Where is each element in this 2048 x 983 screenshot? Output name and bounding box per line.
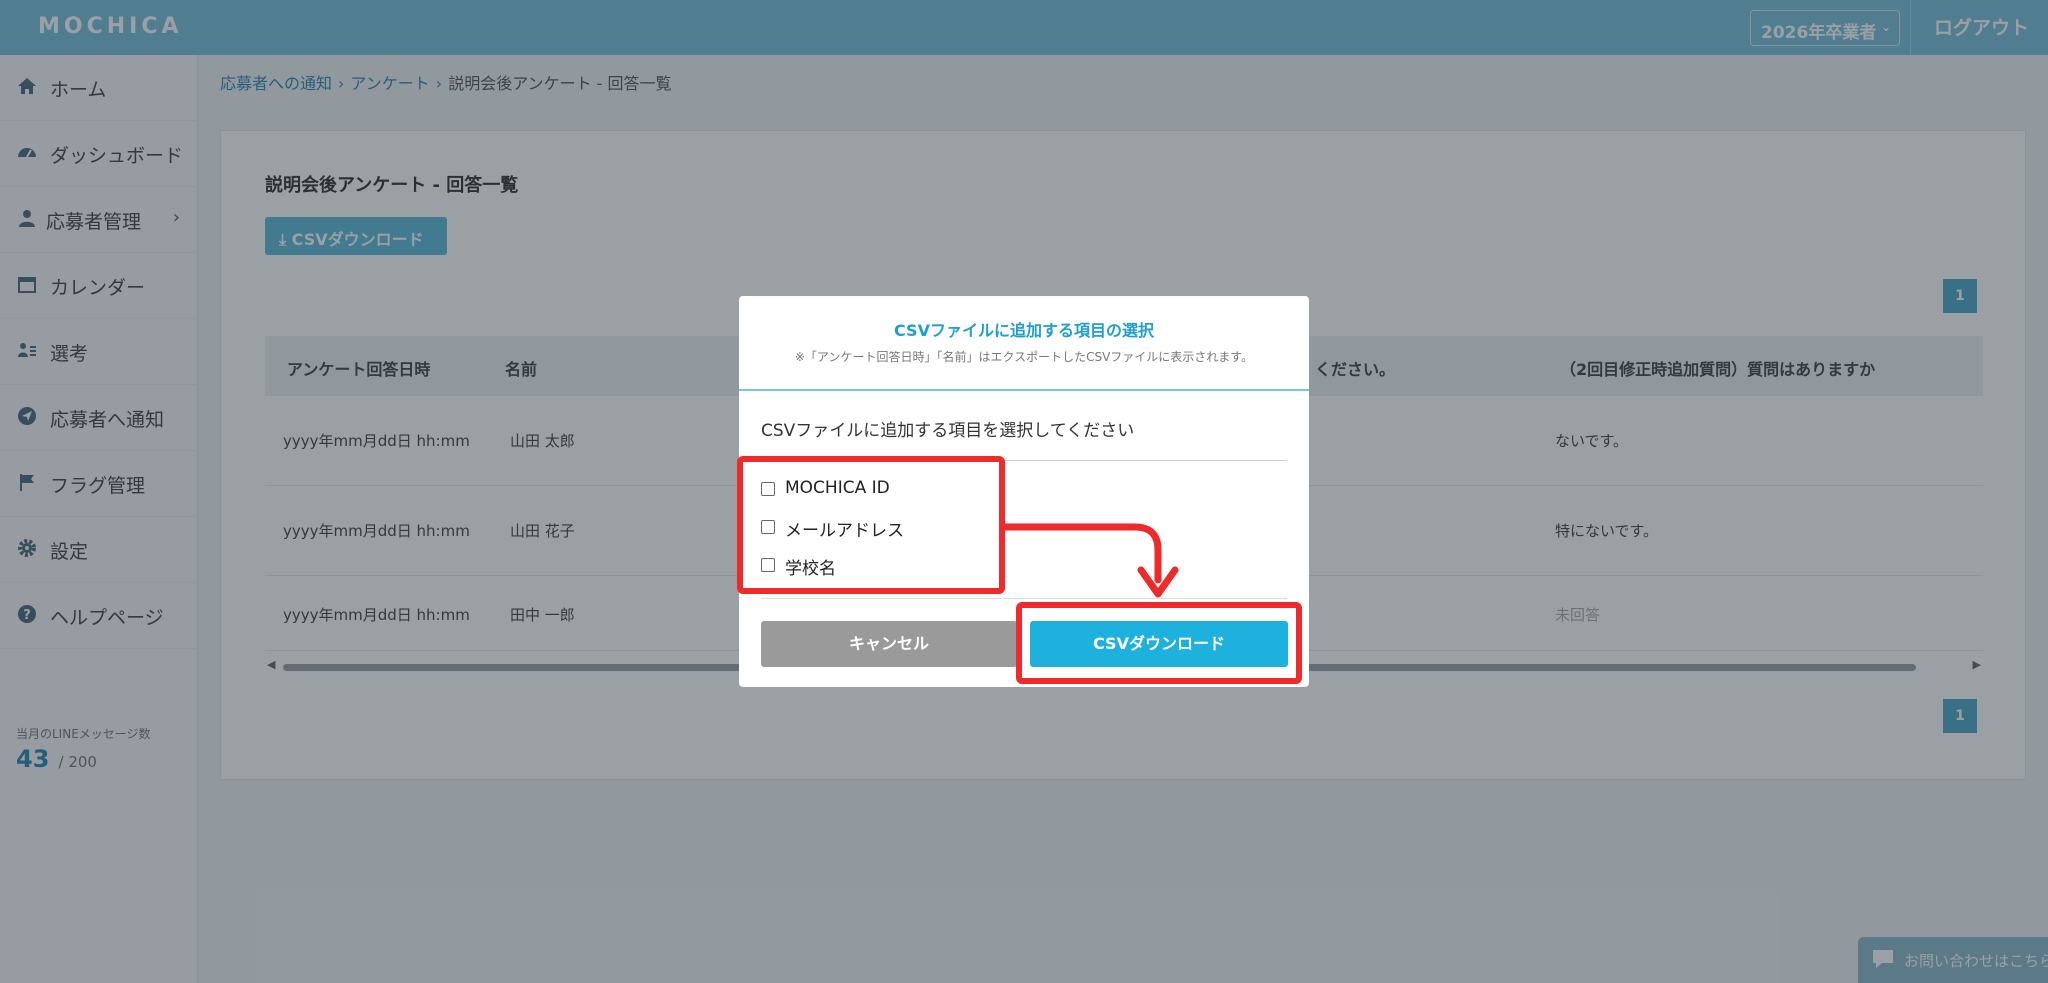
dialog-note: ※「アンケート回答日時」「名前」はエクスポートしたCSVファイルに表示されます。 [794, 350, 1254, 364]
cancel-button[interactable]: キャンセル [761, 621, 1017, 667]
annotation-highlight-download [1016, 602, 1302, 684]
dialog-divider [761, 598, 1287, 599]
dialog-title: CSVファイルに追加する項目の選択 [894, 321, 1154, 340]
annotation-highlight-options [737, 456, 1005, 594]
dialog-prompt: CSVファイルに追加する項目を選択してください [761, 421, 1135, 441]
dialog-title-divider [739, 389, 1309, 391]
